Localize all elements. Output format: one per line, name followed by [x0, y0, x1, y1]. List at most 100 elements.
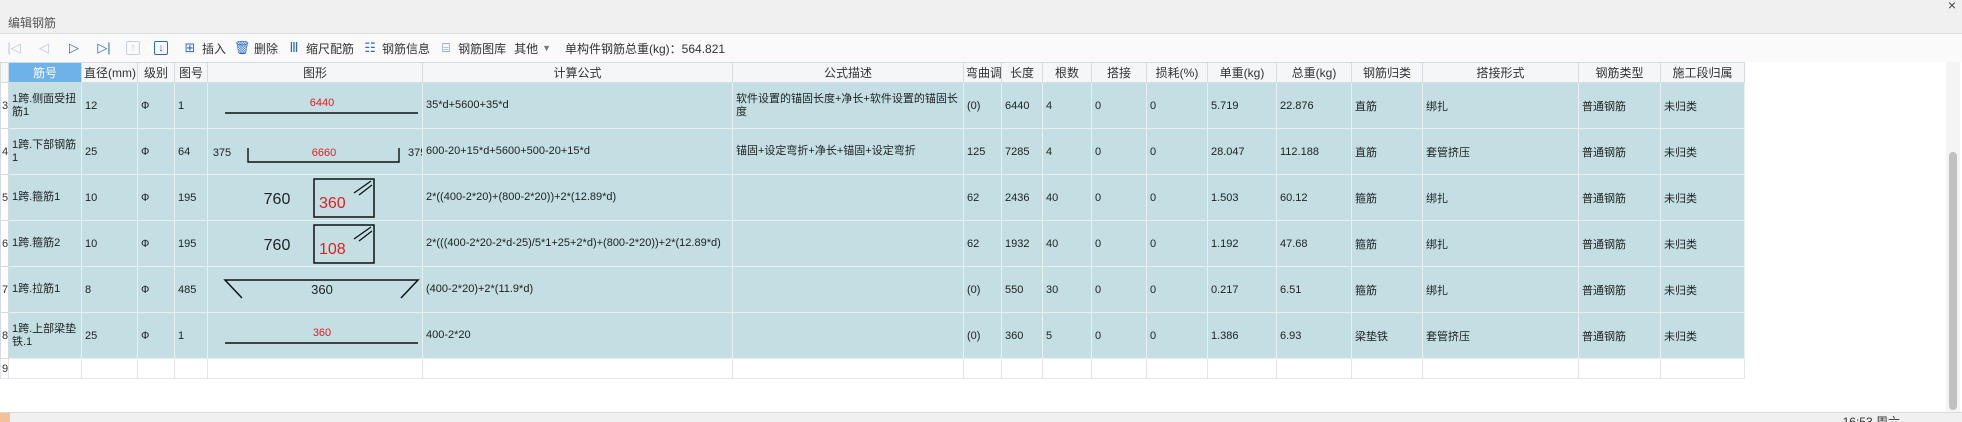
count-cell[interactable]: 40	[1042, 174, 1092, 221]
total-weight-cell[interactable]: 112.188	[1276, 128, 1352, 175]
shape-no-cell[interactable]: 195	[174, 174, 208, 221]
formula-cell[interactable]: 35*d+5600+35*d	[422, 82, 733, 129]
grade-cell[interactable]: Ф	[137, 174, 175, 221]
grade-cell[interactable]: Ф	[137, 266, 175, 313]
column-header[interactable]: 公式描述	[732, 62, 964, 83]
lap-cell[interactable]: 0	[1091, 220, 1147, 267]
close-icon[interactable]: ×	[1948, 0, 1956, 13]
loss-cell[interactable]: 0	[1146, 174, 1208, 221]
empty-cell[interactable]	[732, 358, 964, 379]
lap-type-cell[interactable]: 套管挤压	[1422, 312, 1579, 359]
rebar-type-cell[interactable]: 普通钢筋	[1578, 266, 1661, 313]
table-row[interactable]: 8 1跨.上部梁垫铁.1 25 Ф 1 360 400-2*20 (0) 360 5 0 0 1.386…	[0, 312, 1745, 359]
grade-cell[interactable]: Ф	[137, 82, 175, 129]
bend-adjust-cell[interactable]: 62	[963, 174, 1002, 221]
category-cell[interactable]: 梁垫铁	[1351, 312, 1423, 359]
lap-cell[interactable]: 0	[1091, 174, 1147, 221]
empty-cell[interactable]	[1091, 358, 1147, 379]
move-down-button[interactable]: ↓	[154, 37, 168, 59]
bar-name[interactable]: 1跨.箍筋1	[8, 174, 82, 221]
shape-no-cell[interactable]: 485	[174, 266, 208, 313]
count-cell[interactable]: 5	[1042, 312, 1092, 359]
loss-cell[interactable]: 0	[1146, 220, 1208, 267]
unit-weight-cell[interactable]: 1.386	[1207, 312, 1277, 359]
row-number[interactable]: 9	[0, 358, 9, 379]
diameter-cell[interactable]: 8	[81, 266, 138, 313]
empty-cell[interactable]	[137, 358, 175, 379]
delete-button[interactable]: 🗑 删除	[234, 37, 278, 59]
column-header[interactable]: 单重(kg)	[1207, 62, 1277, 83]
loss-cell[interactable]: 0	[1146, 266, 1208, 313]
count-cell[interactable]: 40	[1042, 220, 1092, 267]
bar-name[interactable]: 1跨.上部梁垫铁.1	[8, 312, 82, 359]
insert-button[interactable]: ⊞ 插入	[182, 37, 226, 59]
column-header[interactable]: 施工段归属	[1660, 62, 1745, 83]
first-record-button[interactable]: |◁	[6, 37, 22, 59]
category-cell[interactable]: 直筋	[1351, 82, 1423, 129]
table-row[interactable]: 6 1跨.箍筋2 10 Ф 195 760 108 2*(((400-2*20-2*d-25)…	[0, 220, 1745, 267]
length-cell[interactable]: 550	[1001, 266, 1043, 313]
empty-cell[interactable]	[8, 358, 82, 379]
column-header[interactable]: 级别	[137, 62, 175, 83]
grade-cell[interactable]: Ф	[137, 220, 175, 267]
row-number[interactable]: 5	[0, 174, 9, 221]
length-cell[interactable]: 360	[1001, 312, 1043, 359]
bend-adjust-cell[interactable]: 125	[963, 128, 1002, 175]
formula-desc-cell[interactable]: 锚固+设定弯折+净长+锚固+设定弯折	[732, 128, 964, 175]
column-header[interactable]: 弯曲调整	[963, 62, 1002, 83]
move-up-button[interactable]: ↑	[126, 37, 140, 59]
formula-desc-cell[interactable]: 软件设置的锚固长度+净长+软件设置的锚固长度	[732, 82, 964, 129]
category-cell[interactable]: 箍筋	[1351, 174, 1423, 221]
bar-name[interactable]: 1跨.拉筋1	[8, 266, 82, 313]
segment-cell[interactable]: 未归类	[1660, 82, 1745, 129]
segment-cell[interactable]: 未归类	[1660, 220, 1745, 267]
count-cell[interactable]: 4	[1042, 82, 1092, 129]
row-number[interactable]: 7	[0, 266, 9, 313]
segment-cell[interactable]: 未归类	[1660, 312, 1745, 359]
count-cell[interactable]: 30	[1042, 266, 1092, 313]
loss-cell[interactable]: 0	[1146, 82, 1208, 129]
length-cell[interactable]: 1932	[1001, 220, 1043, 267]
rebar-type-cell[interactable]: 普通钢筋	[1578, 312, 1661, 359]
lap-cell[interactable]: 0	[1091, 82, 1147, 129]
empty-cell[interactable]	[1207, 358, 1277, 379]
formula-desc-cell[interactable]	[732, 266, 964, 313]
rebar-type-cell[interactable]: 普通钢筋	[1578, 128, 1661, 175]
table-row[interactable]: 3 1跨.侧面受扭筋1 12 Ф 1 6440 35*d+5600+35*d 软件设置的锚固长…	[0, 82, 1745, 129]
bar-name[interactable]: 1跨.侧面受扭筋1	[8, 82, 82, 129]
formula-desc-cell[interactable]	[732, 174, 964, 221]
formula-cell[interactable]: (400-2*20)+2*(11.9*d)	[422, 266, 733, 313]
empty-cell[interactable]	[174, 358, 208, 379]
rebar-type-cell[interactable]: 普通钢筋	[1578, 82, 1661, 129]
total-weight-cell[interactable]: 6.93	[1276, 312, 1352, 359]
row-number[interactable]: 4	[0, 128, 9, 175]
segment-cell[interactable]: 未归类	[1660, 174, 1745, 221]
lap-cell[interactable]: 0	[1091, 128, 1147, 175]
empty-cell[interactable]	[422, 358, 733, 379]
unit-weight-cell[interactable]: 0.217	[1207, 266, 1277, 313]
loss-cell[interactable]: 0	[1146, 128, 1208, 175]
empty-cell[interactable]	[1578, 358, 1661, 379]
column-header[interactable]: 损耗(%)	[1146, 62, 1208, 83]
formula-desc-cell[interactable]	[732, 312, 964, 359]
category-cell[interactable]: 箍筋	[1351, 266, 1423, 313]
diameter-cell[interactable]: 10	[81, 220, 138, 267]
category-cell[interactable]: 直筋	[1351, 128, 1423, 175]
empty-cell[interactable]	[1042, 358, 1092, 379]
length-cell[interactable]: 2436	[1001, 174, 1043, 221]
column-header[interactable]: 长度	[1001, 62, 1043, 83]
column-header[interactable]: 图形	[207, 62, 423, 83]
grade-cell[interactable]: Ф	[137, 312, 175, 359]
unit-weight-cell[interactable]: 1.503	[1207, 174, 1277, 221]
lap-type-cell[interactable]: 套管挤压	[1422, 128, 1579, 175]
lap-type-cell[interactable]: 绑扎	[1422, 174, 1579, 221]
segment-cell[interactable]: 未归类	[1660, 266, 1745, 313]
diameter-cell[interactable]: 10	[81, 174, 138, 221]
rebar-info-button[interactable]: ☷ 钢筋信息	[362, 37, 430, 59]
formula-cell[interactable]: 2*((400-2*20)+(800-2*20))+2*(12.89*d)	[422, 174, 733, 221]
segment-cell[interactable]: 未归类	[1660, 128, 1745, 175]
formula-cell[interactable]: 400-2*20	[422, 312, 733, 359]
empty-cell[interactable]	[1422, 358, 1579, 379]
total-weight-cell[interactable]: 6.51	[1276, 266, 1352, 313]
length-cell[interactable]: 6440	[1001, 82, 1043, 129]
